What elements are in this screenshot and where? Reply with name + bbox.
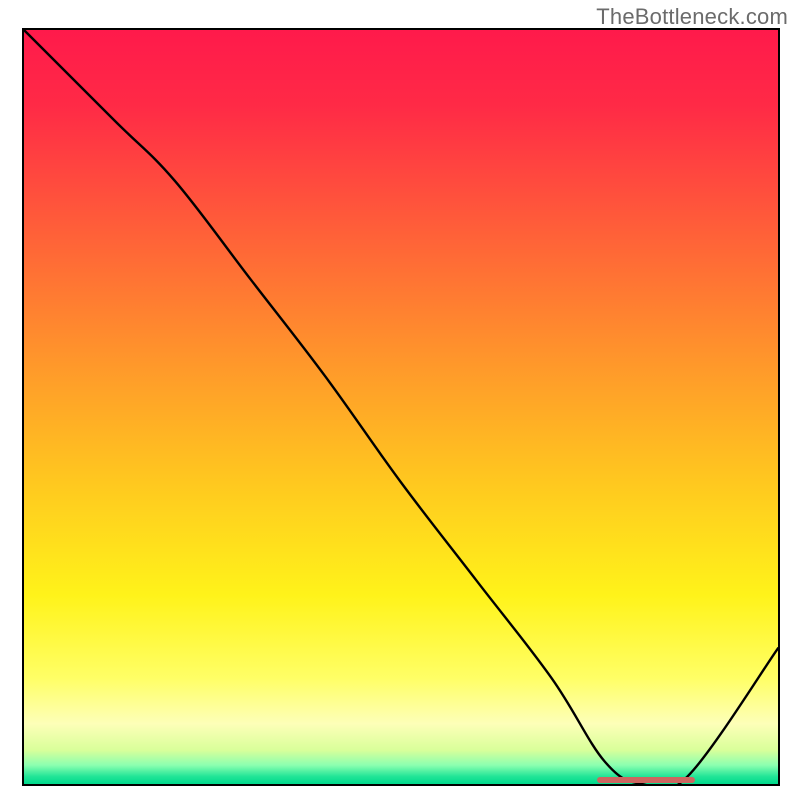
bottleneck-curve	[24, 30, 778, 784]
watermark-text: TheBottleneck.com	[596, 4, 788, 30]
optimal-range-marker	[597, 777, 695, 783]
plot-frame	[22, 28, 780, 786]
chart-container: TheBottleneck.com	[0, 0, 800, 800]
